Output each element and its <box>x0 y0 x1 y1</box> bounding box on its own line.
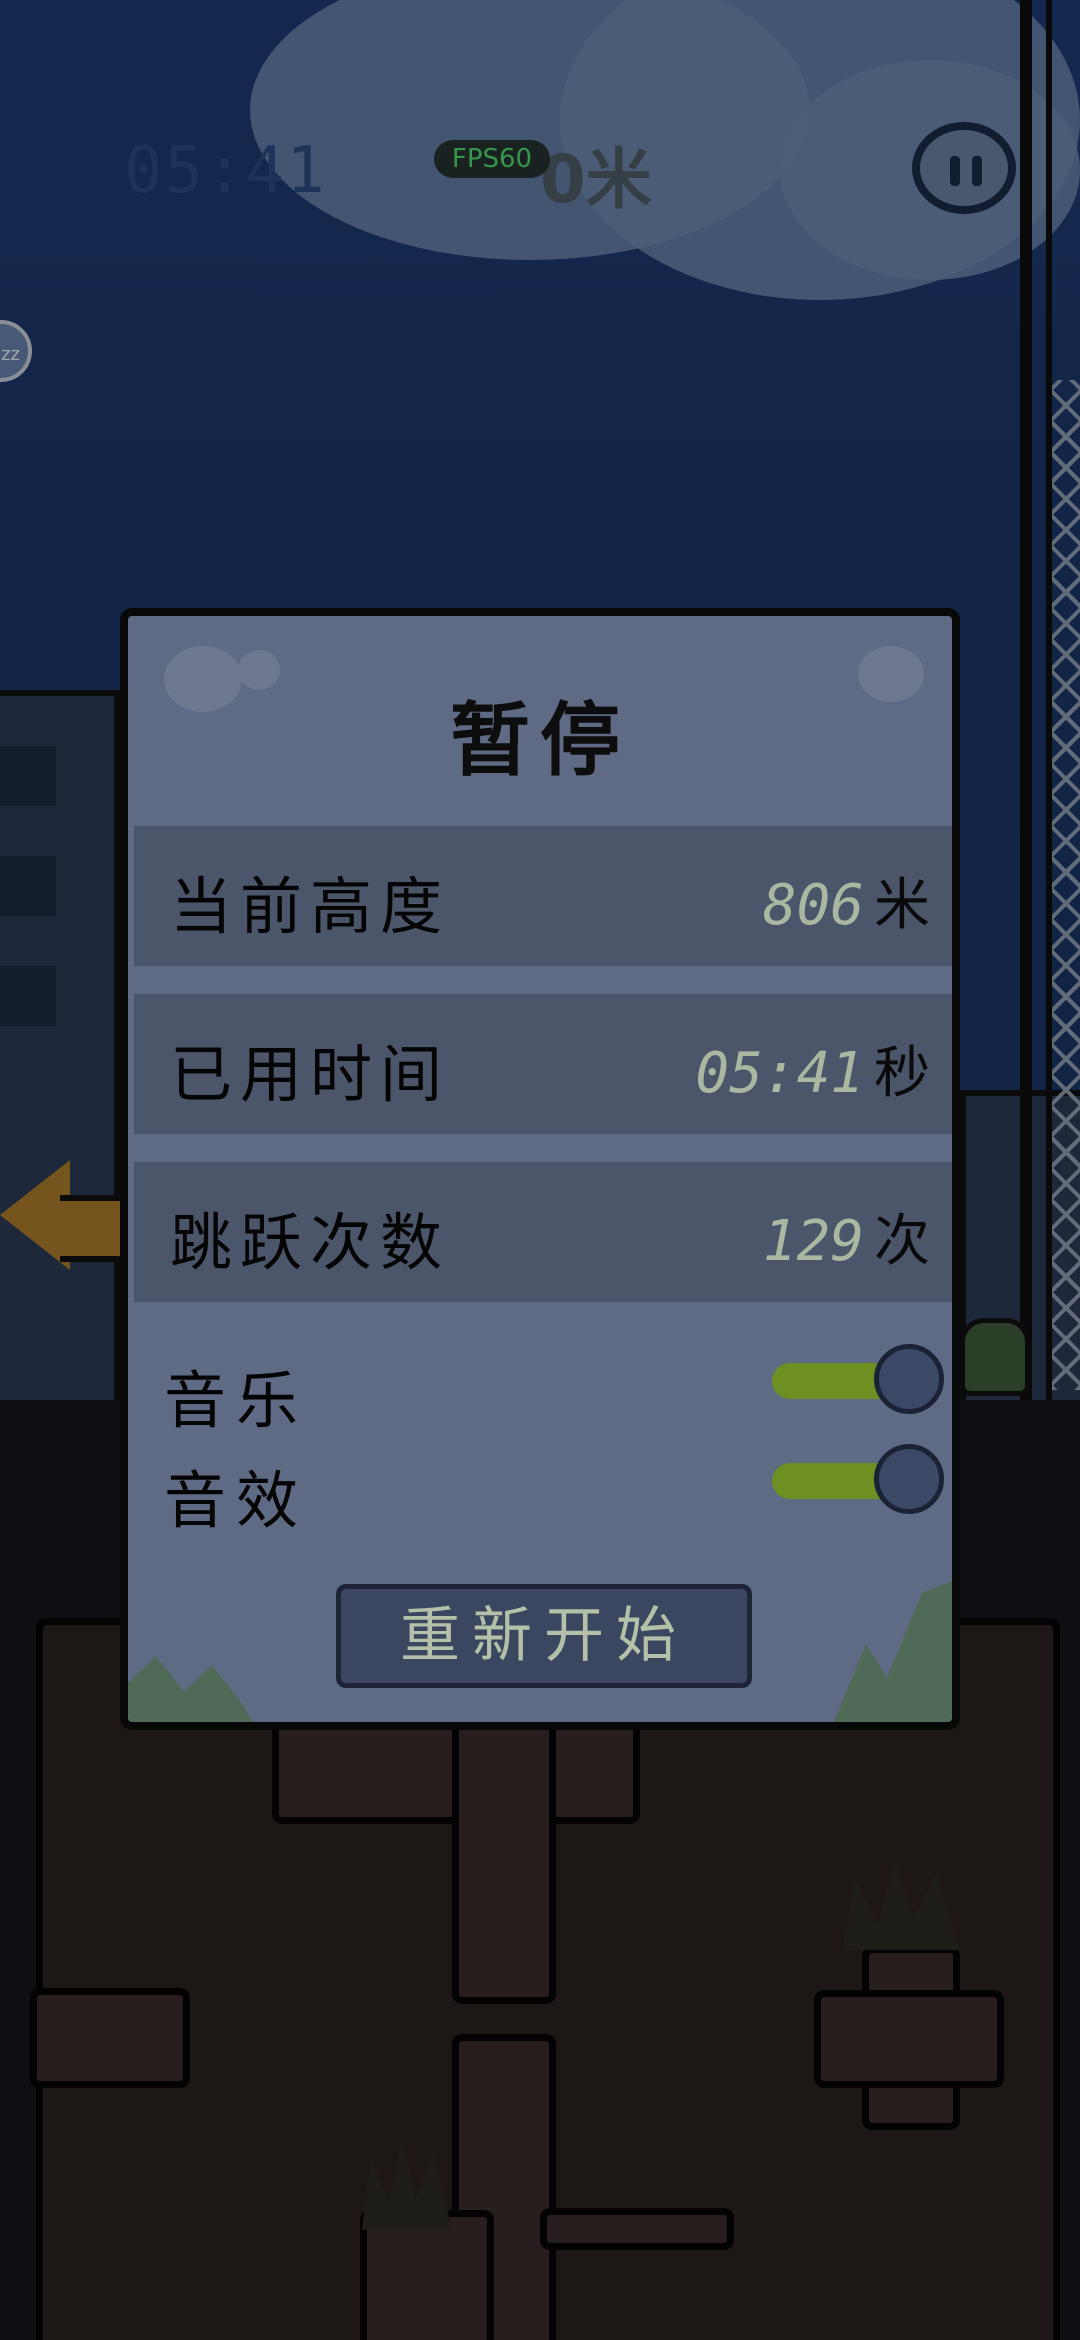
sound-effects-label: 音效 <box>164 1464 309 1537</box>
sound-effects-toggle[interactable] <box>772 1444 944 1518</box>
music-setting: 音乐 <box>164 1344 944 1437</box>
stat-label: 跳跃次数 <box>170 1206 451 1279</box>
stat-value: 806 米 <box>762 873 930 938</box>
toggle-knob <box>874 1344 944 1414</box>
stat-value: 129 次 <box>762 1209 930 1274</box>
stat-row-time: 已用时间 05:41 秒 <box>134 994 952 1134</box>
decor-bush <box>128 1656 268 1722</box>
restart-button[interactable]: 重新开始 <box>336 1584 752 1688</box>
decor-bush <box>824 1576 952 1722</box>
stat-label: 已用时间 <box>170 1038 451 1111</box>
dialog-title: 暂停 <box>450 694 630 787</box>
stat-value: 05:41 秒 <box>695 1041 930 1106</box>
pause-dialog: 暂停 当前高度 806 米 已用时间 05:41 秒 跳跃次数 129 次 音乐 音效 <box>120 608 960 1730</box>
sound-effects-setting: 音效 <box>164 1444 944 1537</box>
music-label: 音乐 <box>164 1364 309 1437</box>
stat-row-height: 当前高度 806 米 <box>134 826 952 966</box>
game-screen: 05:41 0米 FPS60 zz 暂停 当前高度 806 米 已用时间 05:4… <box>0 0 1080 2340</box>
stat-row-jumps: 跳跃次数 129 次 <box>134 1162 952 1302</box>
toggle-knob <box>874 1444 944 1514</box>
stat-label: 当前高度 <box>170 870 451 943</box>
music-toggle[interactable] <box>772 1344 944 1418</box>
